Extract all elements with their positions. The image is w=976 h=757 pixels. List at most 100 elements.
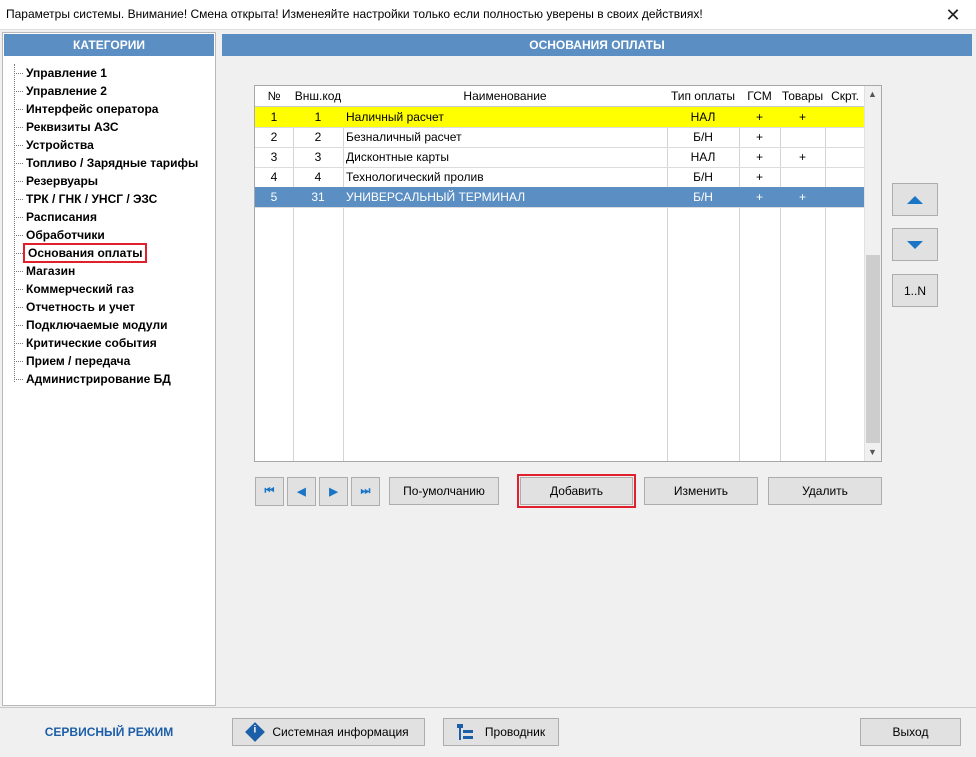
last-record-icon: ⏭ xyxy=(360,485,371,497)
section-header: ОСНОВАНИЯ ОПЛАТЫ xyxy=(222,34,972,56)
table-cell: 2 xyxy=(270,130,278,144)
category-item[interactable]: Администрирование БД xyxy=(14,370,171,388)
close-button[interactable]: ✕ xyxy=(930,0,976,30)
table-cell: НАЛ xyxy=(690,150,716,164)
default-button[interactable]: По-умолчанию xyxy=(389,477,499,505)
table-cell xyxy=(825,127,865,147)
table-cell xyxy=(825,107,865,127)
explorer-button[interactable]: Проводник xyxy=(443,718,559,746)
scrollbar-thumb[interactable] xyxy=(866,255,880,443)
tree-structure-icon xyxy=(456,724,473,740)
category-item[interactable]: Отчетность и учет xyxy=(14,298,135,316)
renumber-button[interactable]: 1..N xyxy=(892,274,938,307)
category-label: Расписания xyxy=(26,210,97,224)
table-cell: Безналичный расчет xyxy=(346,130,462,144)
tree-branch xyxy=(14,217,23,219)
category-label: Отчетность и учет xyxy=(26,300,135,314)
next-record-icon: ▶ xyxy=(329,486,338,498)
table-cell: Б/Н xyxy=(693,190,713,204)
category-label: Топливо / Зарядные тарифы xyxy=(26,156,199,170)
category-item[interactable]: Реквизиты АЗС xyxy=(14,118,119,136)
move-down-button[interactable] xyxy=(892,228,938,261)
service-mode-label: СЕРВИСНЫЙ РЕЖИМ xyxy=(44,725,174,739)
tree-branch xyxy=(14,253,23,255)
category-label: Устройства xyxy=(26,138,94,152)
category-item[interactable]: Резервуары xyxy=(14,172,98,190)
category-item[interactable]: Устройства xyxy=(14,136,94,154)
category-label: Администрирование БД xyxy=(26,372,171,386)
table-row[interactable]: 2 2 Безналичный расчет Б/Н + xyxy=(255,127,865,148)
first-record-button[interactable]: ⏮ xyxy=(255,477,284,506)
category-item[interactable]: Расписания xyxy=(14,208,97,226)
column-header[interactable]: Внш.код xyxy=(293,86,343,107)
table-row[interactable]: 4 4 Технологический пролив Б/Н + xyxy=(255,167,865,188)
tree-branch xyxy=(14,145,23,147)
edit-button[interactable]: Изменить xyxy=(644,477,758,505)
category-label: Критические события xyxy=(26,336,157,350)
table-row[interactable]: 5 31 УНИВЕРСАЛЬНЫЙ ТЕРМИНАЛ Б/Н + + xyxy=(255,187,865,208)
last-record-button[interactable]: ⏭ xyxy=(351,477,380,506)
explorer-label: Проводник xyxy=(484,725,546,739)
category-item[interactable]: ТРК / ГНК / УНСГ / ЭЗС xyxy=(14,190,157,208)
column-header[interactable]: Скрт. xyxy=(825,86,865,107)
tree-branch xyxy=(14,361,23,363)
category-label: Резервуары xyxy=(26,174,99,188)
scroll-down-icon[interactable]: ▼ xyxy=(864,444,881,461)
next-record-button[interactable]: ▶ xyxy=(319,477,348,506)
table-cell: + xyxy=(798,110,806,124)
payment-basis-table[interactable]: № Внш.код Наименование Тип оплаты ГСМ Товары С… xyxy=(254,85,882,462)
table-cell: + xyxy=(798,190,806,204)
table-cell: НАЛ xyxy=(690,110,716,124)
category-item[interactable]: Подключаемые модули xyxy=(14,316,167,334)
table-cell: Б/Н xyxy=(693,170,713,184)
table-cell: 4 xyxy=(270,170,278,184)
category-item[interactable]: Магазин xyxy=(14,262,75,280)
add-button[interactable]: Добавить xyxy=(517,474,636,508)
prev-record-icon: ◀ xyxy=(297,486,306,498)
scroll-up-icon[interactable]: ▲ xyxy=(864,86,881,103)
title-bar: Параметры системы. Внимание! Смена откры… xyxy=(0,0,976,30)
category-label: Обработчики xyxy=(26,228,105,242)
table-cell: + xyxy=(798,150,806,164)
category-item[interactable]: Топливо / Зарядные тарифы xyxy=(14,154,198,172)
system-info-button[interactable]: Системная информация xyxy=(232,718,425,746)
tree-branch xyxy=(14,271,23,273)
table-cell: Наличный расчет xyxy=(346,110,444,124)
table-row[interactable]: 1 1 Наличный расчет НАЛ + + xyxy=(255,107,865,128)
category-label: Интерфейс оператора xyxy=(26,102,159,116)
table-cell: + xyxy=(755,130,763,144)
window-title: Параметры системы. Внимание! Смена откры… xyxy=(6,7,703,21)
table-cell: Б/Н xyxy=(693,130,713,144)
category-item[interactable]: Обработчики xyxy=(14,226,105,244)
prev-record-button[interactable]: ◀ xyxy=(287,477,316,506)
category-item[interactable]: Критические события xyxy=(14,334,157,352)
table-cell: + xyxy=(755,170,763,184)
column-header[interactable]: ГСМ xyxy=(739,86,780,107)
table-cell: УНИВЕРСАЛЬНЫЙ ТЕРМИНАЛ xyxy=(346,190,526,204)
tree-branch xyxy=(14,325,23,327)
table-row[interactable]: 3 3 Дисконтные карты НАЛ + + xyxy=(255,147,865,168)
tree-branch xyxy=(14,307,23,309)
arrow-down-icon xyxy=(907,240,923,249)
category-label: Подключаемые модули xyxy=(26,318,168,332)
table-cell xyxy=(825,167,865,187)
category-item[interactable]: Управление 2 xyxy=(14,82,107,100)
column-header[interactable]: № xyxy=(255,86,293,107)
category-item[interactable]: Интерфейс оператора xyxy=(14,100,158,118)
tree-branch xyxy=(14,127,23,129)
tree-branch xyxy=(14,379,23,381)
move-up-button[interactable] xyxy=(892,183,938,216)
delete-button[interactable]: Удалить xyxy=(768,477,882,505)
category-item[interactable]: Коммерческий газ xyxy=(14,280,134,298)
category-item[interactable]: Прием / передача xyxy=(14,352,130,370)
table-cell: 4 xyxy=(314,170,322,184)
column-header[interactable]: Товары xyxy=(780,86,825,107)
table-cell: + xyxy=(755,150,763,164)
category-item[interactable]: Управление 1 xyxy=(14,64,107,82)
column-header[interactable]: Наименование xyxy=(343,86,667,107)
category-label: Магазин xyxy=(26,264,76,278)
column-header[interactable]: Тип оплаты xyxy=(667,86,739,107)
category-item[interactable]: Основания оплаты xyxy=(14,243,148,263)
table-cell xyxy=(825,187,865,207)
exit-button[interactable]: Выход xyxy=(860,718,961,746)
